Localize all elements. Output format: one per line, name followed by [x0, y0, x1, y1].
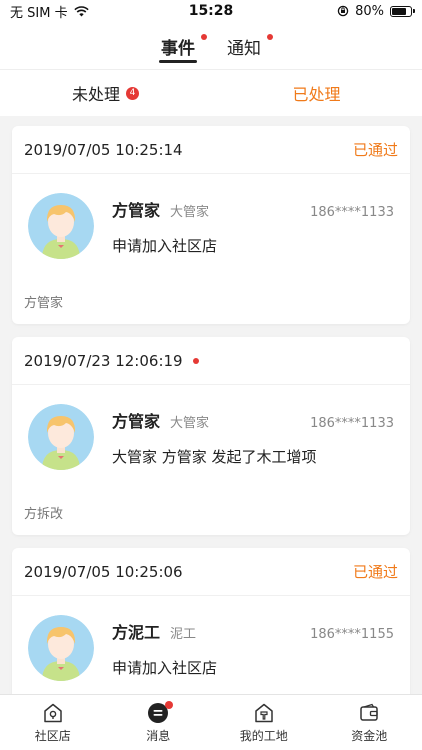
subtab-pending-label: 未处理 [71, 85, 120, 104]
event-description: 申请加入社区店 [112, 658, 218, 677]
nav-messages-label: 消息 [146, 728, 171, 743]
applicant-phone: 186****1133 [310, 415, 394, 431]
card-time: 2019/07/05 10:25:06 [24, 562, 183, 581]
subtab-done-label: 已处理 [292, 85, 341, 104]
card-header: 2019/07/23 12:06:19 [12, 337, 410, 385]
applicant-role: 大管家 [170, 204, 210, 220]
card-time: 2019/07/05 10:25:14 [24, 140, 183, 159]
card-time: 2019/07/23 12:06:19 [24, 351, 183, 370]
unread-dot [192, 357, 199, 364]
carrier-text: 无 SIM 卡 [10, 5, 68, 21]
event-description: 大管家 方管家 发起了木工增项 [112, 447, 317, 466]
card-header: 2019/07/05 10:25:14 已通过 [12, 126, 410, 174]
avatar [28, 404, 94, 470]
nav-store-label: 社区店 [34, 728, 71, 743]
battery-icon [390, 5, 415, 17]
tab-notifications-dot [267, 34, 273, 40]
sub-tabs: 未处理 4 已处理 [0, 70, 422, 116]
bottom-nav: 社区店 消息 我的工地 资金池 [0, 694, 422, 750]
applicant-role: 泥工 [170, 626, 197, 642]
event-description: 申请加入社区店 [112, 236, 218, 255]
worksite-icon [255, 703, 273, 722]
subtab-pending[interactable]: 未处理 4 [0, 70, 211, 116]
card-status: 已通过 [352, 141, 398, 159]
status-time: 15:28 [188, 3, 234, 19]
nav-fundpool[interactable]: 资金池 [317, 695, 422, 750]
applicant-name: 方管家 [112, 411, 161, 431]
event-list[interactable]: 2019/07/05 10:25:14 已通过 方管家 大管家 186****1 [0, 116, 422, 694]
card-body: 方管家 大管家 186****1133 大管家 方管家 发起了木工增项 [12, 385, 410, 489]
messages-unread-dot [164, 701, 173, 709]
card-info-row: 方管家 大管家 186****1133 [112, 408, 394, 432]
event-card[interactable]: 2019/07/23 12:06:19 方管家 大管家 186****1133 [12, 337, 410, 535]
card-info: 方管家 大管家 186****1133 申请加入社区店 [112, 197, 394, 256]
nav-messages[interactable]: 消息 [106, 695, 212, 750]
avatar [28, 193, 94, 259]
wifi-icon [73, 5, 89, 16]
applicant-role: 大管家 [170, 415, 210, 431]
tab-notifications[interactable]: 通知 [225, 22, 273, 70]
battery-fill [392, 7, 407, 15]
avatar-icon [28, 193, 94, 259]
applicant-phone: 186****1155 [310, 626, 394, 642]
card-body: 方泥工 泥工 186****1155 申请加入社区店 [12, 596, 410, 694]
tab-events[interactable]: 事件 [159, 22, 207, 70]
tab-events-label: 事件 [161, 38, 195, 59]
nav-worksite-label: 我的工地 [239, 728, 288, 743]
card-info-row: 方泥工 泥工 186****1155 [112, 619, 394, 643]
card-info-row: 方管家 大管家 186****1133 [112, 197, 394, 221]
card-footer: 方拆改 [24, 506, 64, 522]
wallet-icon [360, 703, 378, 721]
card-info: 方泥工 泥工 186****1155 申请加入社区店 [112, 619, 394, 678]
applicant-name: 方泥工 [112, 622, 161, 642]
orientation-lock-icon [337, 5, 349, 17]
avatar-icon [28, 615, 94, 681]
nav-fundpool-label: 资金池 [351, 728, 388, 743]
avatar-icon [28, 404, 94, 470]
card-body: 方管家 大管家 186****1133 申请加入社区店 [12, 174, 410, 278]
battery-percent: 80% [355, 3, 384, 19]
status-left: 无 SIM 卡 [10, 2, 160, 21]
avatar [28, 615, 94, 681]
applicant-name: 方管家 [112, 200, 161, 220]
nav-worksite[interactable]: 我的工地 [211, 695, 317, 750]
card-header: 2019/07/05 10:25:06 已通过 [12, 548, 410, 596]
pending-count-badge: 4 [126, 86, 139, 100]
card-info: 方管家 大管家 186****1133 大管家 方管家 发起了木工增项 [112, 408, 394, 467]
tab-notifications-label: 通知 [227, 38, 261, 59]
status-right: 80% [262, 3, 415, 19]
subtab-done[interactable]: 已处理 [211, 70, 422, 116]
tab-events-dot [201, 34, 207, 40]
event-card[interactable]: 2019/07/05 10:25:06 已通过 方泥工 泥工 186****11 [12, 548, 410, 694]
applicant-phone: 186****1133 [310, 204, 394, 220]
status-bar: 无 SIM 卡 15:28 80% [0, 0, 422, 22]
card-footer: 方管家 [24, 295, 64, 311]
top-tabs: 事件 通知 [0, 22, 422, 70]
store-icon [44, 703, 62, 722]
event-card[interactable]: 2019/07/05 10:25:14 已通过 方管家 大管家 186****1 [12, 126, 410, 324]
card-status: 已通过 [352, 563, 398, 581]
nav-store[interactable]: 社区店 [0, 695, 106, 750]
tab-active-underline [159, 60, 197, 63]
